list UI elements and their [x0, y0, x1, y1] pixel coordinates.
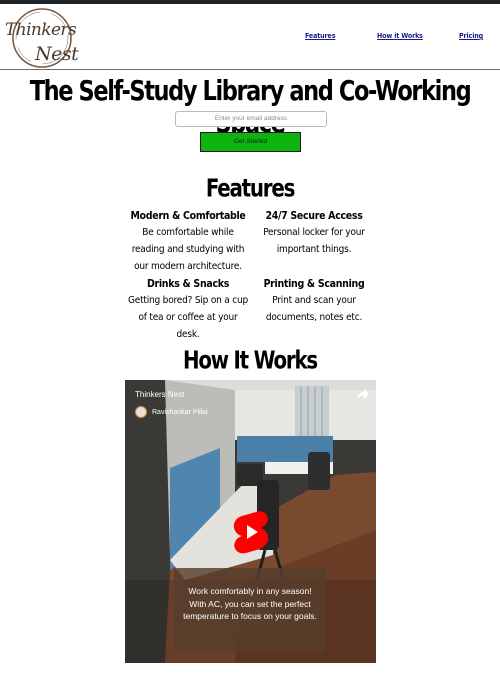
feature-title: Printing & Scanning	[263, 278, 365, 290]
video-caption: Work comfortably in any season! With AC,…	[174, 568, 326, 652]
feature-title: Drinks & Snacks	[146, 278, 230, 290]
video-channel[interactable]: Ravishankar Pillai	[135, 406, 208, 418]
feature-printing-scanning: Printing & Scanning Print and scan your …	[254, 277, 374, 326]
get-started-button[interactable]: Get Started	[200, 132, 301, 152]
feature-description: Be comfortable while reading and studyin…	[131, 227, 245, 272]
feature-description: Personal locker for your important thing…	[263, 227, 365, 255]
how-it-works-heading: How It Works	[182, 347, 318, 375]
site-header: Thinkers Nest Features How it Works Pric…	[0, 4, 500, 70]
logo-text-nest: Nest	[34, 43, 79, 65]
feature-modern-comfortable: Modern & Comfortable Be comfortable whil…	[126, 209, 250, 275]
features-heading: Features	[205, 175, 296, 203]
youtube-shorts-play-icon[interactable]	[232, 510, 270, 554]
feature-title: Modern & Comfortable	[130, 210, 246, 222]
thinkers-nest-logo[interactable]: Thinkers Nest	[4, 6, 82, 70]
feature-secure-access: 24/7 Secure Access Personal locker for y…	[254, 209, 374, 258]
channel-avatar[interactable]	[135, 406, 147, 418]
nav-link-features[interactable]: Features	[305, 32, 335, 40]
video-player[interactable]: Thinkers Nest Ravishankar Pillai Work co…	[125, 380, 376, 663]
share-icon[interactable]	[356, 387, 370, 401]
video-title[interactable]: Thinkers Nest	[135, 390, 184, 399]
feature-description: Getting bored? Sip on a cup of tea or co…	[127, 295, 249, 340]
feature-description: Print and scan your documents, notes etc…	[265, 295, 363, 323]
channel-name[interactable]: Ravishankar Pillai	[152, 409, 208, 416]
logo-text-thinkers: Thinkers	[5, 20, 77, 40]
nav-link-how-it-works[interactable]: How it Works	[377, 32, 423, 40]
feature-drinks-snacks: Drinks & Snacks Getting bored? Sip on a …	[126, 277, 250, 343]
feature-title: 24/7 Secure Access	[265, 210, 363, 222]
nav-link-pricing[interactable]: Pricing	[459, 32, 483, 40]
email-input[interactable]: Enter your email address	[175, 111, 327, 127]
hero-headline: The Self-Study Library and Co-Working Sp…	[29, 74, 472, 139]
